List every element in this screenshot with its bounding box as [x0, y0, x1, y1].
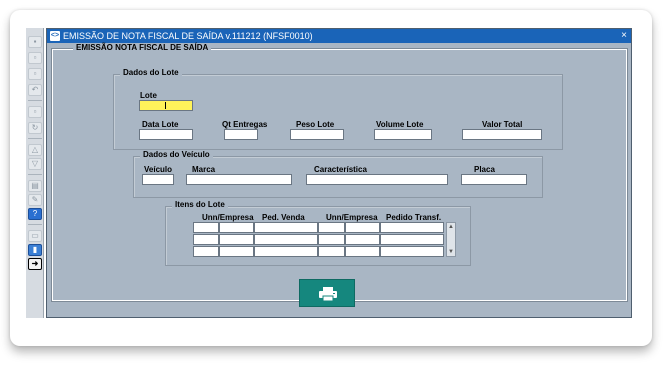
grid-cell[interactable] — [380, 222, 444, 233]
form-window: <> EMISSÃO DE NOTA FISCAL DE SAÍDA v.111… — [46, 28, 632, 318]
grid-cell[interactable] — [254, 222, 318, 233]
print-button[interactable] — [299, 279, 355, 307]
veiculo-group: Dados do Veículo Veículo Marca Caracterí… — [133, 150, 543, 198]
column-header-unn-empresa: Unn/Empresa — [202, 213, 254, 222]
data-lote-input[interactable] — [139, 129, 193, 140]
grid-cell[interactable] — [318, 222, 345, 233]
grid-cell[interactable] — [254, 246, 318, 257]
toolbar-delete-icon[interactable]: ▫ — [28, 68, 42, 80]
toolbar-search-icon[interactable]: ▫ — [28, 106, 42, 118]
window-titlebar[interactable]: <> EMISSÃO DE NOTA FISCAL DE SAÍDA v.111… — [47, 29, 631, 43]
toolbar-separator — [28, 100, 42, 101]
oracle-forms-icon: <> — [50, 31, 60, 41]
volume-lote-label: Volume Lote — [376, 120, 424, 129]
toolbar-separator — [28, 174, 42, 175]
toolbar-tool-icon[interactable]: ▮ — [28, 244, 42, 256]
itens-group-title: Itens do Lote — [172, 200, 228, 209]
caracteristica-input[interactable] — [306, 174, 448, 185]
grid-cell[interactable] — [219, 222, 254, 233]
grid-cell[interactable] — [254, 234, 318, 245]
toolbar-new-icon[interactable]: ▫ — [28, 52, 42, 64]
grid-cell[interactable] — [193, 234, 219, 245]
grid-cell[interactable] — [380, 234, 444, 245]
toolbar-up-icon[interactable]: △ — [28, 144, 42, 156]
grid-cell[interactable] — [318, 246, 345, 257]
lote-group: Dados do Lote Lote Data Lote Qt Entregas… — [113, 68, 563, 150]
grid-cell[interactable] — [345, 246, 380, 257]
grid-cell[interactable] — [193, 246, 219, 257]
close-icon[interactable]: × — [621, 29, 627, 43]
lote-group-title: Dados do Lote — [120, 68, 182, 77]
lote-input[interactable] — [139, 100, 193, 111]
grid-cell[interactable] — [345, 234, 380, 245]
qt-entregas-input[interactable] — [224, 129, 258, 140]
data-lote-label: Data Lote — [142, 120, 179, 129]
toolbar-down-icon[interactable]: ▽ — [28, 158, 42, 170]
toolbar-refresh-icon[interactable]: ↻ — [28, 122, 42, 134]
valor-total-label: Valor Total — [482, 120, 523, 129]
toolbar-print-icon[interactable]: ▭ — [28, 230, 42, 242]
volume-lote-input[interactable] — [374, 129, 432, 140]
toolbar-edit-icon[interactable]: ✎ — [28, 194, 42, 206]
placa-input[interactable] — [461, 174, 527, 185]
grid-cell[interactable] — [219, 234, 254, 245]
marca-input[interactable] — [186, 174, 292, 185]
toolbar-save-icon[interactable]: ▪ — [28, 36, 42, 48]
peso-lote-label: Peso Lote — [296, 120, 335, 129]
scroll-up-icon[interactable]: ▲ — [447, 223, 455, 231]
qt-entregas-label: Qt Entregas — [222, 120, 268, 129]
veiculo-group-title: Dados do Veículo — [140, 150, 213, 159]
toolbar-help-icon[interactable]: ? — [28, 208, 42, 220]
window-title: EMISSÃO DE NOTA FISCAL DE SAÍDA v.111212… — [63, 31, 313, 41]
grid-cell[interactable] — [345, 222, 380, 233]
grid-cell[interactable] — [193, 222, 219, 233]
lote-label: Lote — [140, 91, 157, 100]
peso-lote-input[interactable] — [290, 129, 344, 140]
placa-label: Placa — [474, 165, 495, 174]
caracteristica-label: Característica — [314, 165, 367, 174]
printer-icon — [319, 287, 337, 301]
scroll-down-icon[interactable]: ▼ — [447, 248, 455, 256]
toolbar-undo-icon[interactable]: ↶ — [28, 84, 42, 96]
toolbar-list-icon[interactable]: ▤ — [28, 180, 42, 192]
left-toolbar: ▪ ▫ ▫ ↶ ▫ ↻ △ ▽ ▤ ✎ ? ▭ ▮ ➜ — [26, 28, 44, 318]
toolbar-separator — [28, 224, 42, 225]
toolbar-separator — [28, 138, 42, 139]
grid-cell[interactable] — [219, 246, 254, 257]
column-header-ped-venda: Ped. Venda — [262, 213, 305, 222]
grid-cell[interactable] — [380, 246, 444, 257]
toolbar-exit-icon[interactable]: ➜ — [28, 258, 42, 270]
main-panel: EMISSÃO NOTA FISCAL DE SAÍDA Dados do Lo… — [51, 43, 628, 302]
vertical-scrollbar[interactable]: ▲ ▼ — [446, 222, 456, 257]
form-title: EMISSÃO NOTA FISCAL DE SAÍDA — [73, 43, 212, 52]
veiculo-label: Veículo — [144, 165, 173, 174]
valor-total-input[interactable] — [462, 129, 542, 140]
itens-group: Itens do Lote Unn/Empresa Ped. Venda Unn… — [165, 200, 471, 266]
text-caret — [165, 102, 166, 109]
marca-label: Marca — [192, 165, 216, 174]
column-header-unn-empresa-2: Unn/Empresa — [326, 213, 378, 222]
column-header-pedido-transf: Pedido Transf. — [386, 213, 442, 222]
veiculo-input[interactable] — [142, 174, 174, 185]
grid-cell[interactable] — [318, 234, 345, 245]
